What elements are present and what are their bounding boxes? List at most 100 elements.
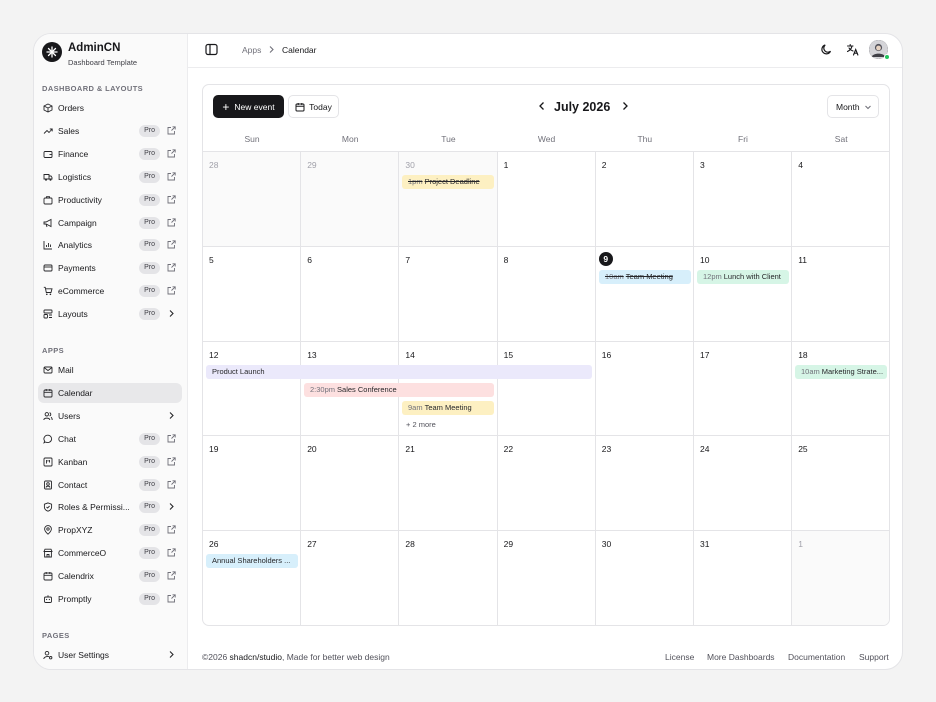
sidebar-item-analytics[interactable]: Analytics Pro <box>38 235 182 255</box>
calendar-card: + New event Today July 2026 Month Sun Mon… <box>202 84 890 626</box>
day-cell[interactable]: 28 <box>399 530 498 625</box>
day-cell[interactable]: 19 <box>203 435 302 531</box>
calendar-event-annual-shareholders[interactable]: Annual Shareholders ... <box>206 554 298 568</box>
next-month-icon[interactable] <box>620 101 630 111</box>
day-cell[interactable]: 31 <box>694 530 793 625</box>
day-cell[interactable]: 29 <box>497 530 596 625</box>
day-cell[interactable]: 1 <box>497 151 596 246</box>
event-title: Team Meeting <box>424 403 472 412</box>
sidebar-item-kanban[interactable]: Kanban Pro <box>38 452 182 472</box>
footer-link-support[interactable]: Support <box>859 652 889 662</box>
pro-badge: Pro <box>139 593 160 605</box>
day-cell[interactable]: 28 <box>203 151 302 246</box>
footer-link-documentation[interactable]: Documentation <box>788 652 845 662</box>
sidebar-item-productivity[interactable]: Productivity Pro <box>38 190 182 210</box>
sidebar-item-contact[interactable]: Contact Pro <box>38 475 182 495</box>
day-cell[interactable]: 10 <box>694 245 793 341</box>
sidebar-item-mail[interactable]: Mail <box>38 360 182 380</box>
sidebar-item-campaign[interactable]: Campaign Pro <box>38 213 182 233</box>
sidebar-item-roles-permissi[interactable]: Roles & Permissi... Pro <box>38 497 182 517</box>
view-select[interactable]: Month <box>827 95 879 118</box>
calendar-event-team-meeting[interactable]: 9am Team Meeting <box>402 401 494 415</box>
day-cell[interactable]: 20 <box>301 435 400 531</box>
calendar-event-team-meeting[interactable]: 10am Team Meeting <box>599 270 691 284</box>
wallet-icon <box>43 151 53 158</box>
day-cell[interactable]: 29 <box>301 151 400 246</box>
event-title: Lunch with Client <box>723 272 781 281</box>
sidebar-item-propxyz[interactable]: PropXYZ Pro <box>38 520 182 540</box>
day-number: 10 <box>700 254 710 265</box>
day-cell[interactable]: 27 <box>301 530 400 625</box>
day-cell[interactable]: 16 <box>595 340 694 436</box>
day-cell[interactable]: 11 <box>792 245 889 341</box>
day-cell[interactable]: 25 <box>792 435 889 530</box>
day-number: 23 <box>601 444 612 455</box>
calendar-event-sales-conference[interactable]: 2:30pm Sales Conference <box>304 383 494 397</box>
day-number: 4 <box>798 160 803 170</box>
sidebar-item-chat[interactable]: Chat Pro <box>38 429 182 449</box>
sidebar-item-sales[interactable]: Sales Pro <box>38 121 182 141</box>
external-link-icon <box>167 195 176 204</box>
footer-link-license[interactable]: License <box>665 652 694 662</box>
language-icon[interactable] <box>846 43 859 56</box>
theme-toggle-icon[interactable] <box>820 43 833 56</box>
day-number: 28 <box>405 539 415 550</box>
sidebar-item-user-settings[interactable]: User Settings <box>38 645 182 665</box>
day-cell[interactable]: 24 <box>694 435 793 531</box>
external-link-icon <box>167 525 176 534</box>
sidebar-item-label: Promptly <box>58 594 92 604</box>
calendar-event-marketing-strate[interactable]: 10am Marketing Strate... <box>795 365 887 379</box>
prev-month-icon[interactable] <box>537 101 547 111</box>
day-cell[interactable]: 26 <box>203 530 302 625</box>
brand-subtitle: Dashboard Template <box>68 58 138 67</box>
day-cell[interactable]: 5 <box>203 245 302 341</box>
day-cell[interactable]: 4 <box>792 151 889 246</box>
day-cell[interactable]: 18 <box>792 340 889 436</box>
sidebar-item-layouts[interactable]: Layouts Pro <box>38 304 182 324</box>
weekday-tue: Tue <box>441 134 456 144</box>
cart-icon <box>43 286 53 296</box>
sidebar-toggle-icon[interactable] <box>205 43 218 56</box>
chat-icon <box>43 434 53 444</box>
today-button[interactable]: Today <box>288 95 339 118</box>
more-events-link[interactable]: + 2 more <box>406 420 436 429</box>
day-cell[interactable]: 21 <box>399 435 498 531</box>
new-event-button[interactable]: + New event <box>213 95 284 118</box>
calendar-event-project-deadline[interactable]: 1pm Project Deadline <box>402 175 494 189</box>
event-title: Annual Shareholders ... <box>212 556 291 565</box>
section-title-pages: PAGES <box>42 631 70 640</box>
day-cell[interactable]: 3 <box>694 151 793 246</box>
sidebar-item-users[interactable]: Users <box>38 406 182 426</box>
day-cell[interactable]: 1 <box>792 530 889 625</box>
calendar-event-lunch-with-client[interactable]: 12pm Lunch with Client <box>697 270 789 284</box>
map-pin-icon <box>44 525 52 535</box>
day-cell[interactable]: 17 <box>694 340 793 436</box>
day-cell[interactable]: 30 <box>399 151 498 246</box>
sidebar-item-orders[interactable]: Orders <box>38 98 182 118</box>
sidebar-item-ecommerce[interactable]: eCommerce Pro <box>38 281 182 301</box>
day-cell[interactable]: 8 <box>497 245 596 341</box>
sidebar-item-calendar[interactable]: Calendar <box>38 383 182 403</box>
day-cell[interactable]: 30 <box>595 530 694 625</box>
breadcrumb-apps[interactable]: Apps <box>242 45 261 55</box>
sidebar-item-logistics[interactable]: Logistics Pro <box>38 167 182 187</box>
sidebar-item-finance[interactable]: Finance Pro <box>38 144 182 164</box>
sidebar-item-calendrix[interactable]: Calendrix Pro <box>38 566 182 586</box>
footer-link-more-dashboards[interactable]: More Dashboards <box>707 652 775 662</box>
day-cell[interactable]: 2 <box>595 151 694 246</box>
brand[interactable]: AdminCN Dashboard Template <box>42 42 137 67</box>
plus-icon: + <box>222 99 230 114</box>
day-cell[interactable]: 15 <box>497 340 596 436</box>
day-cell[interactable]: 7 <box>399 245 498 341</box>
day-cell[interactable]: 23 <box>595 435 694 531</box>
sidebar-item-commerceo[interactable]: CommerceO Pro <box>38 543 182 563</box>
day-cell[interactable]: 9 <box>595 245 694 341</box>
day-cell[interactable]: 6 <box>301 245 400 341</box>
calendar-event-product-launch[interactable]: Product Launch <box>206 365 592 379</box>
day-cell[interactable]: 22 <box>497 435 596 531</box>
footer-brand-link[interactable]: shadcn/studio <box>230 652 282 662</box>
day-cell[interactable]: 12 <box>203 340 302 436</box>
sidebar-item-payments[interactable]: Payments Pro <box>38 258 182 278</box>
sidebar-item-promptly[interactable]: Promptly Pro <box>38 589 182 609</box>
external-link-icon <box>167 149 176 158</box>
